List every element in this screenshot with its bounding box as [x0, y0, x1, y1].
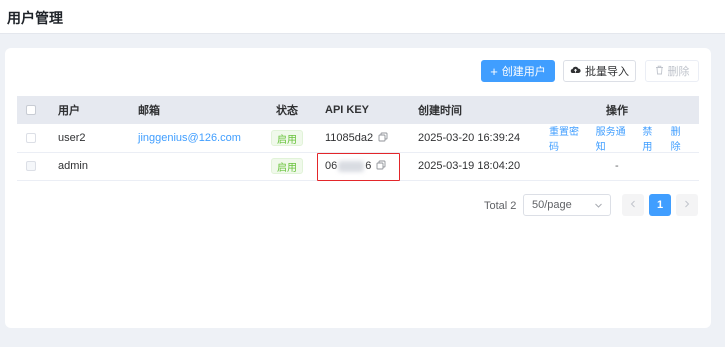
page-title: 用户管理	[7, 10, 63, 26]
copy-icon[interactable]	[378, 132, 388, 145]
cloud-upload-icon	[570, 65, 581, 77]
status-badge: 启用	[271, 130, 303, 146]
highlight-box	[317, 153, 400, 181]
email-link[interactable]: jinggenius@126.com	[138, 124, 241, 152]
row-checkbox[interactable]	[26, 124, 36, 152]
delete-link[interactable]: 删除	[671, 123, 689, 153]
create-user-button[interactable]: + 创建用户	[481, 60, 555, 82]
status-badge: 启用	[271, 158, 303, 174]
chevron-right-icon	[683, 199, 691, 211]
disable-link[interactable]: 禁用	[642, 123, 660, 153]
row-checkbox[interactable]	[26, 152, 36, 180]
select-all-checkbox[interactable]	[26, 96, 36, 124]
bulk-import-label: 批量导入	[585, 66, 629, 78]
reset-password-link[interactable]: 重置密码	[549, 123, 586, 153]
page-size-select[interactable]: 50/page	[523, 194, 611, 216]
column-header-actions: 操作	[606, 105, 628, 117]
delete-label: 删除	[667, 66, 690, 78]
user-cell: user2	[58, 132, 86, 144]
page-number-button[interactable]: 1	[649, 194, 671, 216]
column-header-created: 创建时间	[418, 105, 462, 117]
actions-placeholder: -	[615, 160, 619, 172]
page-header: 用户管理	[0, 0, 725, 34]
status-cell: 启用	[271, 124, 303, 152]
pagination-total: Total 2	[484, 200, 517, 212]
chevron-down-icon	[594, 201, 603, 213]
column-header-email: 邮箱	[138, 105, 160, 117]
plus-icon: +	[490, 63, 498, 79]
service-notice-link[interactable]: 服务通知	[596, 123, 633, 153]
table-header: 用户 邮箱 状态 API KEY 创建时间 操作	[17, 96, 699, 124]
created-time-cell: 2025-03-20 16:39:24	[418, 132, 521, 144]
api-key-cell: 11085da2	[325, 124, 388, 152]
user-cell: admin	[58, 160, 88, 172]
trash-icon	[655, 65, 664, 78]
api-key-text: 11085da2	[325, 132, 374, 144]
column-header-api-key: API KEY	[325, 104, 370, 116]
column-header-user: 用户	[58, 105, 80, 117]
chevron-left-icon	[629, 199, 637, 211]
bulk-import-button[interactable]: 批量导入	[563, 60, 636, 82]
column-header-status: 状态	[276, 105, 298, 117]
table-row: user2 jinggenius@126.com 启用 11085da2 202…	[17, 124, 699, 153]
prev-page-button[interactable]	[622, 194, 644, 216]
create-user-label: 创建用户	[501, 66, 546, 78]
status-cell: 启用	[271, 152, 303, 180]
content-card: + 创建用户 批量导入 删除 用户 邮箱 状态 API KEY 创建时间 操作 …	[5, 48, 711, 328]
delete-button[interactable]: 删除	[645, 60, 699, 82]
next-page-button[interactable]	[676, 194, 698, 216]
created-time-cell: 2025-03-19 18:04:20	[418, 160, 521, 172]
page-size-value: 50/page	[532, 199, 572, 211]
actions-cell: 重置密码 服务通知 禁用 删除	[549, 123, 699, 153]
